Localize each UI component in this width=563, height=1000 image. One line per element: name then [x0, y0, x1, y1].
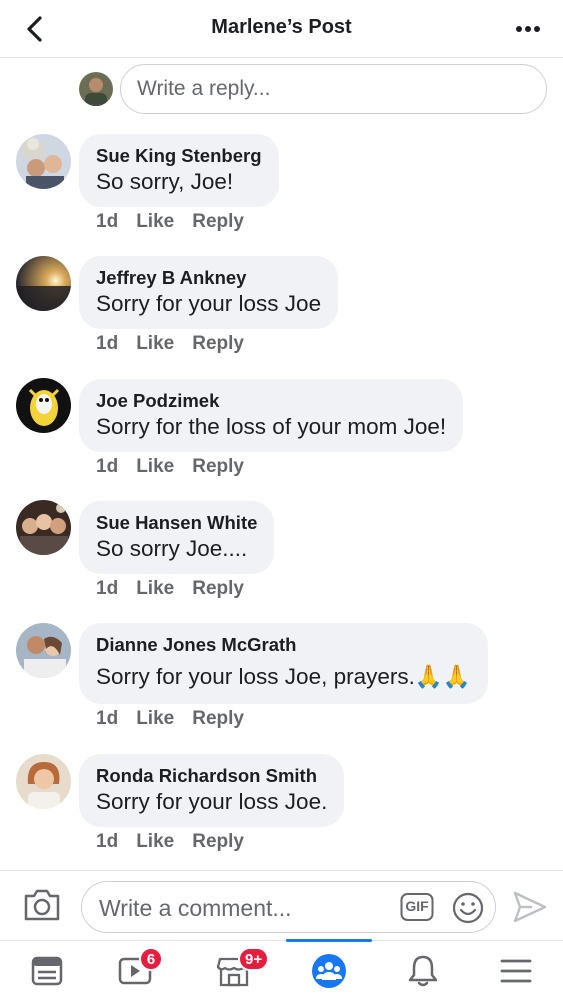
gif-label: GIF	[405, 898, 429, 914]
comment-actions: 1d Like Reply	[96, 333, 262, 355]
comment-author[interactable]: Sue Hansen White	[96, 512, 257, 534]
comment-bubble: Ronda Richardson Smith Sorry for your lo…	[79, 754, 345, 827]
comment-bubble: Dianne Jones McGrath Sorry for your loss…	[79, 623, 488, 704]
comment-timestamp[interactable]: 1d	[96, 456, 118, 477]
avatar[interactable]	[16, 134, 71, 189]
tab-news-feed[interactable]	[17, 941, 77, 1000]
comment-placeholder: Write a comment...	[99, 895, 292, 921]
more-options-button[interactable]	[511, 12, 545, 46]
tab-watch[interactable]: 6	[105, 941, 165, 1000]
comment-timestamp[interactable]: 1d	[96, 333, 118, 354]
marketplace-badge: 9+	[238, 947, 270, 971]
reply-button[interactable]: Reply	[192, 578, 244, 599]
like-button[interactable]: Like	[136, 456, 174, 477]
comment-text: Sorry for your loss Joe.	[96, 789, 328, 814]
comment-timestamp[interactable]: 1d	[96, 708, 118, 729]
page-title: Marlene’s Post	[211, 16, 352, 38]
like-button[interactable]: Like	[136, 211, 174, 232]
emoji-button[interactable]	[451, 891, 485, 925]
avatar[interactable]	[16, 500, 71, 555]
comment-bubble: Sue Hansen White So sorry Joe....	[79, 501, 275, 574]
comment-actions: 1d Like Reply	[96, 708, 262, 730]
avatar[interactable]	[16, 623, 71, 678]
comment-bubble: Sue King Stenberg So sorry, Joe!	[79, 134, 279, 207]
comment-actions: 1d Like Reply	[96, 211, 262, 233]
send-icon	[513, 891, 547, 923]
reply-composer: Write a reply...	[0, 62, 563, 116]
like-button[interactable]: Like	[136, 708, 174, 729]
reply-input[interactable]: Write a reply...	[120, 64, 547, 114]
groups-icon	[312, 954, 346, 988]
avatar[interactable]	[16, 378, 71, 433]
more-horizontal-icon	[516, 26, 540, 32]
comment-text: So sorry, Joe!	[96, 169, 234, 194]
send-button[interactable]	[512, 889, 548, 925]
tab-groups[interactable]	[299, 941, 359, 1000]
reply-button[interactable]: Reply	[192, 831, 244, 852]
like-button[interactable]: Like	[136, 578, 174, 599]
reply-button[interactable]: Reply	[192, 211, 244, 232]
bottom-tab-bar: 6 9+	[0, 939, 563, 1000]
tab-marketplace[interactable]: 9+	[204, 941, 270, 1000]
comment-author[interactable]: Dianne Jones McGrath	[96, 634, 471, 656]
top-bar: Marlene’s Post	[0, 0, 563, 58]
comment-actions: 1d Like Reply	[96, 831, 262, 853]
comment-bubble: Jeffrey B Ankney Sorry for your loss Joe	[79, 256, 339, 329]
comment-author[interactable]: Joe Podzimek	[96, 390, 446, 412]
comment-timestamp[interactable]: 1d	[96, 831, 118, 852]
comment-actions: 1d Like Reply	[96, 578, 262, 600]
smiley-icon	[452, 892, 484, 924]
comment-bubble: Joe Podzimek Sorry for the loss of your …	[79, 379, 464, 452]
news-feed-icon	[31, 956, 63, 986]
comment-author[interactable]: Sue King Stenberg	[96, 145, 262, 167]
comment-timestamp[interactable]: 1d	[96, 211, 118, 232]
comment-text: Sorry for your loss Joe	[96, 291, 322, 316]
reply-button[interactable]: Reply	[192, 333, 244, 354]
tab-menu[interactable]	[486, 941, 546, 1000]
gif-button[interactable]: GIF	[400, 892, 434, 922]
avatar[interactable]	[16, 256, 71, 311]
reply-button[interactable]: Reply	[192, 456, 244, 477]
hamburger-menu-icon	[500, 959, 532, 983]
camera-button[interactable]	[22, 887, 62, 923]
bell-icon	[408, 955, 438, 987]
comment-text: So sorry Joe....	[96, 536, 248, 561]
comment-text: Sorry for the loss of your mom Joe!	[96, 414, 447, 439]
tab-notifications[interactable]	[393, 941, 453, 1000]
watch-badge: 6	[139, 947, 163, 971]
comment-author[interactable]: Ronda Richardson Smith	[96, 765, 327, 787]
reply-button[interactable]: Reply	[192, 708, 244, 729]
comment-author[interactable]: Jeffrey B Ankney	[96, 267, 321, 289]
comment-input[interactable]: Write a comment... GIF	[81, 881, 496, 933]
avatar[interactable]	[16, 754, 71, 809]
avatar	[79, 72, 113, 106]
camera-icon	[24, 889, 60, 921]
comment-text: Sorry for your loss Joe, prayers.🙏🙏	[96, 664, 471, 689]
like-button[interactable]: Like	[136, 831, 174, 852]
comment-actions: 1d Like Reply	[96, 456, 262, 478]
like-button[interactable]: Like	[136, 333, 174, 354]
comment-composer: Write a comment... GIF	[0, 870, 563, 940]
comment-timestamp[interactable]: 1d	[96, 578, 118, 599]
